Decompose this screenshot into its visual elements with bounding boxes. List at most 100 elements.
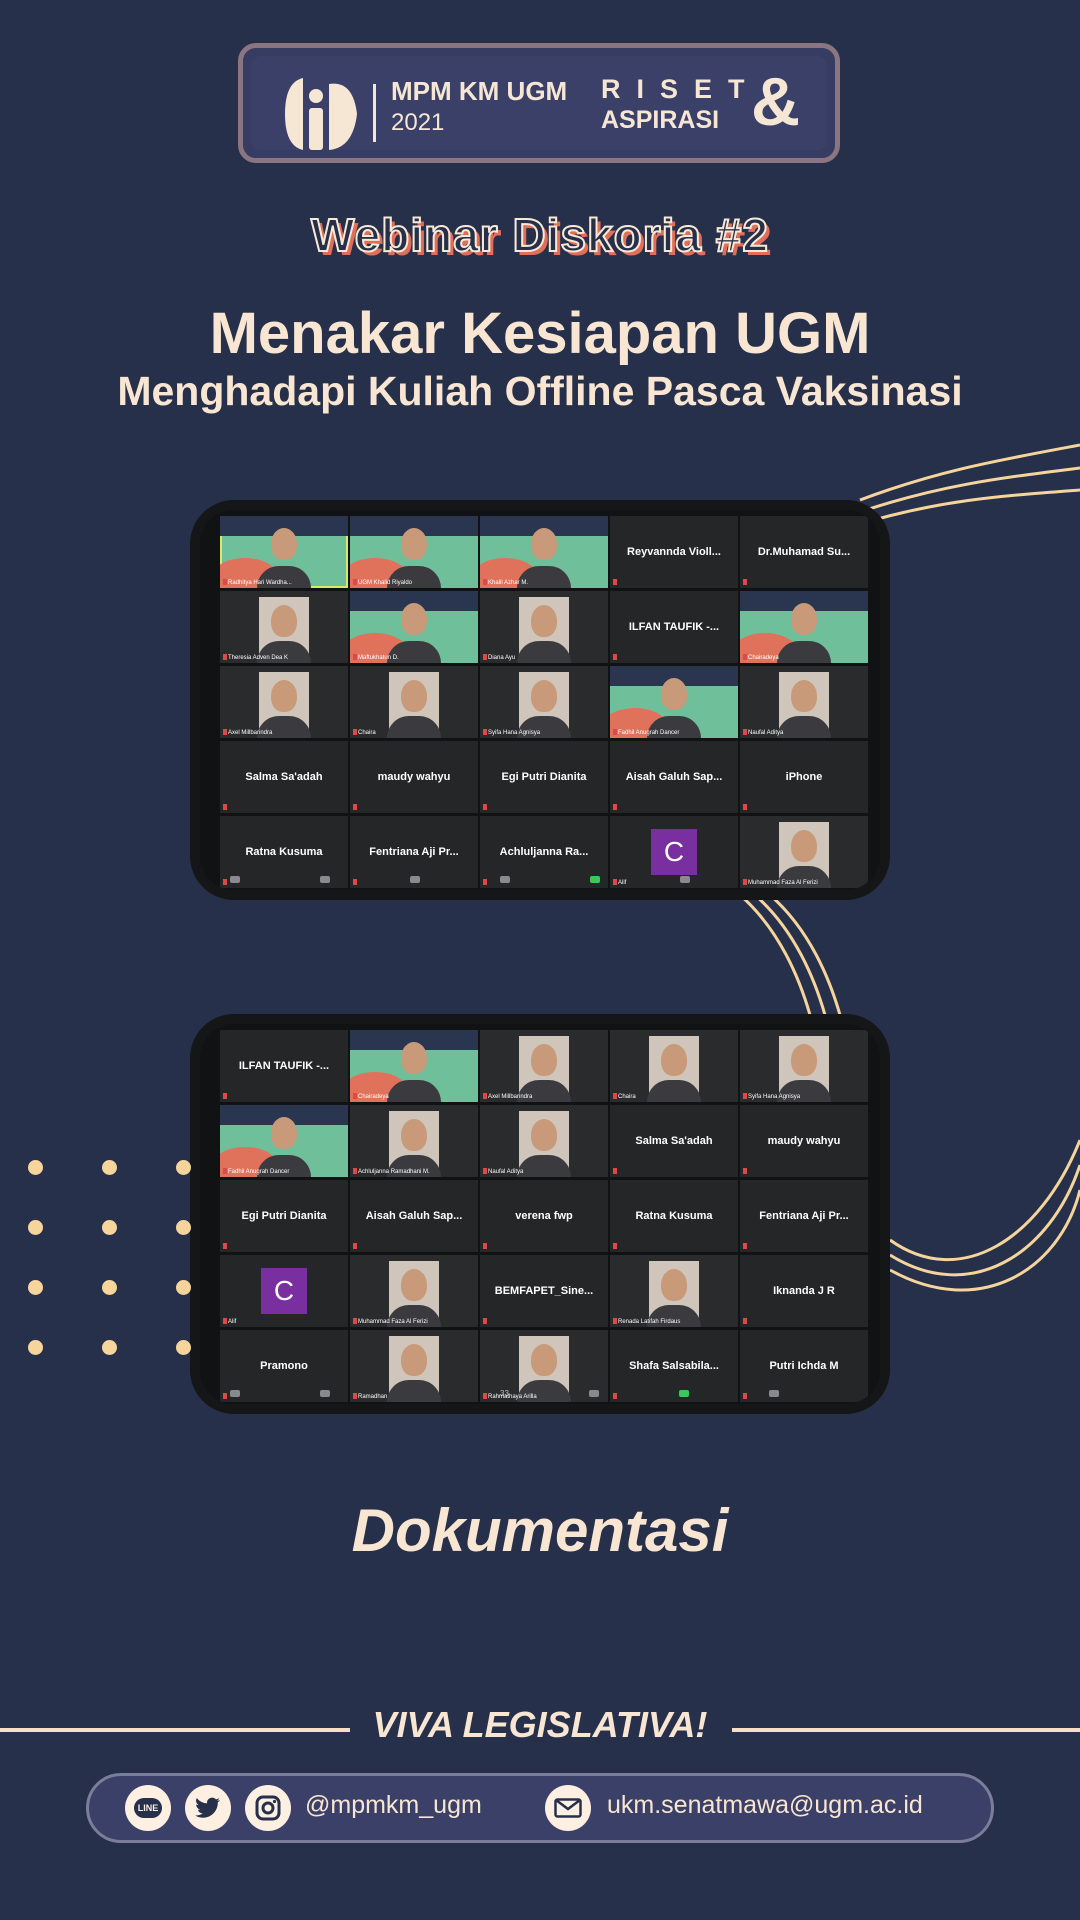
participant-body bbox=[387, 1080, 441, 1102]
share-icon bbox=[678, 1389, 689, 1397]
participant-tile[interactable]: Reyvannda Violl... bbox=[610, 516, 738, 588]
participant-tile[interactable]: Syifa Hana Agnisya bbox=[740, 1030, 868, 1102]
participant-tile[interactable]: Syifa Hana Agnisya bbox=[480, 666, 608, 738]
participant-caption: Alif bbox=[618, 880, 627, 886]
participant-caption: Muhammad Faza Al Ferizi bbox=[358, 1319, 428, 1325]
speaker-icon bbox=[320, 875, 330, 883]
participant-caption: Radhitya Hari Wardha... bbox=[228, 580, 292, 586]
participant-tile[interactable]: Theresia Adven Dea K bbox=[220, 591, 348, 663]
participant-face bbox=[661, 678, 687, 710]
participant-tile[interactable]: Egi Putri Dianita bbox=[220, 1180, 348, 1252]
muted-mic-icon bbox=[613, 1093, 617, 1099]
participant-tile[interactable]: Chairadeya bbox=[350, 1030, 478, 1102]
participant-name: Aisah Galuh Sap... bbox=[365, 1210, 463, 1222]
participant-tile[interactable]: ILFAN TAUFIK -... bbox=[610, 591, 738, 663]
participant-tile[interactable]: Iknanda J R bbox=[740, 1255, 868, 1327]
camera-icon bbox=[230, 875, 240, 883]
participant-tile[interactable]: Muhammad Faza Al Ferizi bbox=[350, 1255, 478, 1327]
muted-mic-icon bbox=[613, 1393, 617, 1399]
participant-name: Fentriana Aji Pr... bbox=[369, 846, 459, 858]
speaker-icon bbox=[320, 1389, 330, 1397]
muted-mic-icon bbox=[613, 1168, 617, 1174]
participant-face bbox=[531, 680, 557, 712]
participant-tile[interactable]: Fadhil Anugrah Dancer bbox=[220, 1105, 348, 1177]
participant-face bbox=[661, 1044, 687, 1076]
participant-name: Egi Putri Dianita bbox=[241, 1210, 327, 1222]
participant-tile[interactable]: Diana Ayu bbox=[480, 591, 608, 663]
participant-tile[interactable]: Aisah Galuh Sap... bbox=[350, 1180, 478, 1252]
participant-tile[interactable]: UGM Khalid Riyaldo bbox=[350, 516, 478, 588]
participant-face bbox=[271, 528, 297, 560]
participant-tile[interactable]: Salma Sa'adah bbox=[610, 1105, 738, 1177]
participant-avatar: C bbox=[651, 829, 697, 875]
muted-mic-icon bbox=[483, 729, 487, 735]
contact-bar: LINE @mpmkm_ugm ukm.senatmawa@ugm.ac.id bbox=[86, 1773, 994, 1843]
participant-caption: Alif bbox=[228, 1319, 237, 1325]
participant-tile[interactable]: Aisah Galuh Sap... bbox=[610, 741, 738, 813]
participant-tile[interactable]: Renada Latifah Firdaus bbox=[610, 1255, 738, 1327]
participant-tile[interactable]: ILFAN TAUFIK -... bbox=[220, 1030, 348, 1102]
participant-name: Pramono bbox=[260, 1360, 308, 1372]
mail-icon[interactable] bbox=[545, 1785, 591, 1831]
muted-mic-icon bbox=[613, 1318, 617, 1324]
participant-tile[interactable]: C Alif bbox=[220, 1255, 348, 1327]
participant-tile[interactable]: BEMFAPET_Sine... bbox=[480, 1255, 608, 1327]
participant-tile[interactable]: Chairadeya bbox=[740, 591, 868, 663]
instagram-icon[interactable] bbox=[245, 1785, 291, 1831]
twitter-icon[interactable] bbox=[185, 1785, 231, 1831]
participant-body bbox=[777, 641, 831, 663]
participant-face bbox=[401, 1344, 427, 1376]
participant-tile[interactable]: Chaira bbox=[610, 1030, 738, 1102]
muted-mic-icon bbox=[483, 1243, 487, 1249]
participant-grid-1: Radhitya Hari Wardha... UGM Khalid Riyald… bbox=[220, 516, 870, 888]
participant-name: Shafa Salsabila... bbox=[629, 1360, 719, 1372]
participant-name: maudy wahyu bbox=[377, 771, 451, 783]
logo-card: MPM KM UGM 2021 RISET ASPIRASI & bbox=[238, 43, 840, 163]
participant-tile[interactable]: maudy wahyu bbox=[740, 1105, 868, 1177]
participant-tile[interactable]: Axel Millbarindra bbox=[480, 1030, 608, 1102]
participant-tile[interactable]: Salma Sa'adah bbox=[220, 741, 348, 813]
participant-name: Putri Ichda M bbox=[769, 1360, 839, 1372]
participant-tile[interactable]: verena fwp bbox=[480, 1180, 608, 1252]
participant-tile[interactable]: iPhone bbox=[740, 741, 868, 813]
email-address[interactable]: ukm.senatmawa@ugm.ac.id bbox=[607, 1791, 923, 1820]
participant-tile[interactable]: Naufal Aditya bbox=[740, 666, 868, 738]
participant-caption: Rahmathaya Arilla bbox=[488, 1394, 537, 1400]
participant-name: ILFAN TAUFIK -... bbox=[238, 1060, 330, 1072]
participant-caption: Chaira bbox=[618, 1094, 636, 1100]
participant-name: Salma Sa'adah bbox=[635, 1135, 713, 1147]
participant-tile[interactable]: Axel Millbarindra bbox=[220, 666, 348, 738]
org-year: 2021 bbox=[391, 109, 445, 136]
participant-tile[interactable]: Ratna Kusuma bbox=[610, 1180, 738, 1252]
participant-caption: Chairadeya bbox=[748, 655, 779, 661]
participant-tile[interactable]: maudy wahyu bbox=[350, 741, 478, 813]
participant-face bbox=[401, 1042, 427, 1074]
muted-mic-icon bbox=[743, 879, 747, 885]
dept-riset: RISET bbox=[601, 74, 761, 104]
participant-tile[interactable]: Achluljanna Ramadhani M. bbox=[350, 1105, 478, 1177]
participant-tile[interactable]: Chaira bbox=[350, 666, 478, 738]
muted-mic-icon bbox=[483, 879, 487, 885]
participant-tile[interactable]: Naufal Aditya bbox=[480, 1105, 608, 1177]
participant-name: Egi Putri Dianita bbox=[501, 771, 587, 783]
participant-tile[interactable]: Radhitya Hari Wardha... bbox=[220, 516, 348, 588]
participant-caption: Syifa Hana Agnisya bbox=[488, 730, 541, 736]
participant-name: ILFAN TAUFIK -... bbox=[628, 621, 720, 633]
participant-tile[interactable]: Egi Putri Dianita bbox=[480, 741, 608, 813]
muted-mic-icon bbox=[223, 1168, 227, 1174]
muted-mic-icon bbox=[743, 804, 747, 810]
social-handle[interactable]: @mpmkm_ugm bbox=[305, 1791, 482, 1820]
participant-face bbox=[271, 605, 297, 637]
participant-tile[interactable]: Maftukhatun D. bbox=[350, 591, 478, 663]
participant-tile[interactable]: Fadhil Anugrah Dancer bbox=[610, 666, 738, 738]
muted-mic-icon bbox=[223, 879, 227, 885]
participant-tile[interactable]: Fentriana Aji Pr... bbox=[740, 1180, 868, 1252]
participant-caption: Naufal Aditya bbox=[488, 1169, 524, 1175]
participant-name: Iknanda J R bbox=[773, 1285, 835, 1297]
participant-tile[interactable]: Dr.Muhamad Su... bbox=[740, 516, 868, 588]
participant-tile[interactable]: Khalil Azhar M. bbox=[480, 516, 608, 588]
participant-name: Ratna Kusuma bbox=[245, 846, 323, 858]
participant-name: Ratna Kusuma bbox=[635, 1210, 713, 1222]
line-icon[interactable]: LINE bbox=[125, 1785, 171, 1831]
participant-name: verena fwp bbox=[515, 1210, 573, 1222]
